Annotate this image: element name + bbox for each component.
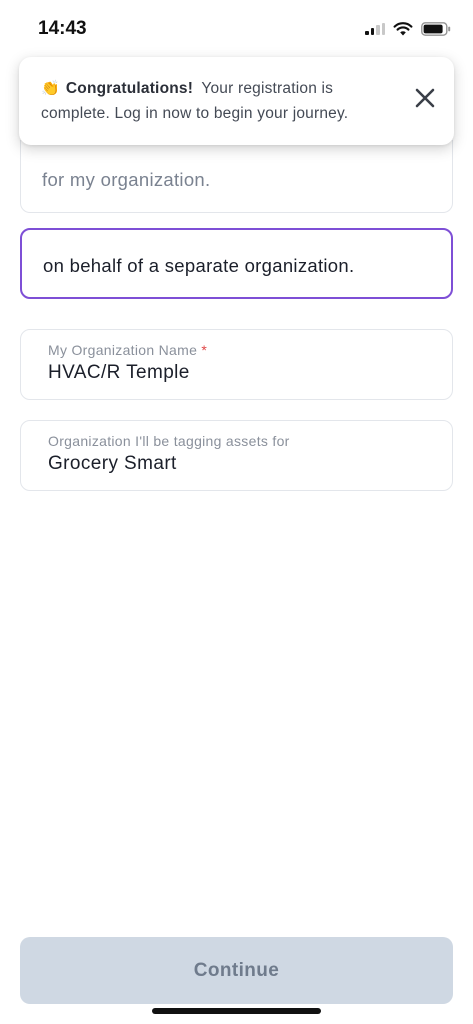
field-label-text: My Organization Name	[48, 342, 198, 358]
my-organization-name-field[interactable]: My Organization Name * HVAC/R Temple	[20, 329, 453, 400]
status-bar: 14:43	[0, 0, 473, 56]
field-value: Grocery Smart	[48, 453, 177, 474]
close-icon[interactable]	[412, 85, 438, 111]
option-separate-organization[interactable]: on behalf of a separate organization.	[20, 228, 453, 299]
status-time: 14:43	[38, 18, 87, 39]
home-indicator[interactable]	[152, 1008, 321, 1014]
status-icons	[365, 22, 451, 36]
wifi-icon	[393, 22, 413, 36]
option-label: for my organization.	[42, 169, 211, 190]
battery-icon	[421, 22, 451, 36]
toast-message: 👏 Congratulations! Your registration is c…	[41, 76, 391, 126]
field-label: Organization I'll be tagging assets for	[48, 433, 290, 449]
required-marker: *	[201, 342, 208, 358]
success-toast: 👏 Congratulations! Your registration is c…	[19, 57, 454, 145]
option-label: on behalf of a separate organization.	[43, 255, 355, 276]
registration-screen: 14:43 for my organization. on behalf of …	[0, 0, 473, 1024]
field-label: My Organization Name *	[48, 342, 207, 358]
field-value: HVAC/R Temple	[48, 362, 190, 383]
continue-button[interactable]: Continue	[20, 937, 453, 1004]
clapping-hands-icon: 👏	[41, 80, 60, 97]
toast-title: Congratulations!	[65, 80, 194, 97]
cellular-signal-icon	[365, 23, 385, 35]
tagging-organization-field[interactable]: Organization I'll be tagging assets for …	[20, 420, 453, 491]
option-my-organization[interactable]: for my organization.	[20, 140, 453, 213]
